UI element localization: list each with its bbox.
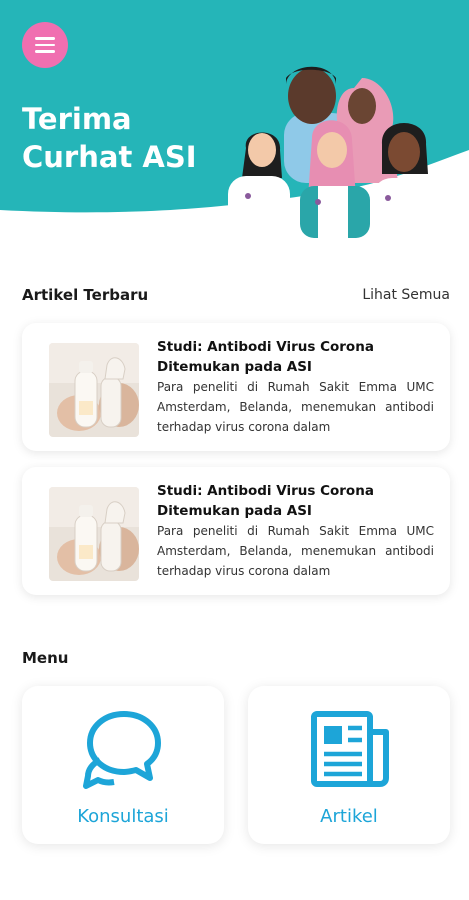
- article-card[interactable]: Studi: Antibodi Virus Corona Ditemukan p…: [22, 323, 450, 451]
- page-title-line1: Terima: [22, 102, 132, 136]
- article-card[interactable]: Studi: Antibodi Virus Corona Ditemukan p…: [22, 467, 450, 595]
- article-thumbnail: [49, 343, 139, 437]
- article-title: Studi: Antibodi Virus Corona Ditemukan p…: [157, 339, 374, 375]
- chat-bubbles-icon: [83, 711, 161, 789]
- menu-tile-label: Konsultasi: [77, 806, 169, 827]
- see-all-link[interactable]: Lihat Semua: [362, 287, 450, 303]
- article-thumbnail: [49, 487, 139, 581]
- menu-tile-label: Artikel: [320, 806, 378, 827]
- menu-button[interactable]: [22, 22, 68, 68]
- header-banner: Terima Curhat ASI: [0, 0, 469, 240]
- article-excerpt: Para peneliti di Rumah Sakit Emma UMC Am…: [157, 524, 434, 578]
- article-excerpt: Para peneliti di Rumah Sakit Emma UMC Am…: [157, 380, 434, 434]
- article-title: Studi: Antibodi Virus Corona Ditemukan p…: [157, 483, 374, 519]
- hamburger-icon: [35, 37, 55, 40]
- people-illustration-icon: [228, 66, 452, 238]
- articles-section-header: Artikel Terbaru Lihat Semua: [22, 286, 450, 304]
- articles-heading: Artikel Terbaru: [22, 286, 149, 304]
- page-title: Terima Curhat ASI: [22, 100, 242, 176]
- newspaper-icon: [311, 711, 389, 787]
- menu-tile-artikel[interactable]: Artikel: [248, 686, 450, 844]
- menu-heading: Menu: [22, 649, 69, 667]
- page-title-line2: Curhat ASI: [22, 140, 197, 174]
- menu-tile-konsultasi[interactable]: Konsultasi: [22, 686, 224, 844]
